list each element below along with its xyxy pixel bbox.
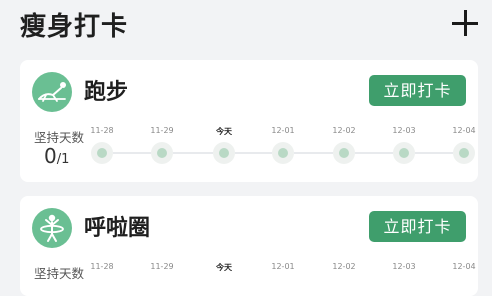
day-dot[interactable] bbox=[91, 142, 113, 164]
timeline-connector bbox=[235, 152, 272, 154]
plus-icon[interactable] bbox=[452, 10, 478, 36]
streak-value: 0/1 bbox=[44, 144, 69, 168]
timeline-connector bbox=[355, 152, 393, 154]
day-dot[interactable] bbox=[272, 142, 294, 164]
checkin-button[interactable]: 立即打卡 bbox=[369, 211, 466, 242]
date-label: 11-28 bbox=[90, 126, 114, 135]
date-label: 12-03 bbox=[392, 126, 416, 135]
checkin-button[interactable]: 立即打卡 bbox=[369, 75, 466, 106]
streak-current: 0 bbox=[44, 144, 57, 168]
habit-card-running: 跑步 立即打卡 坚持天数 0/1 11-28 11-29 今天 12-01 12… bbox=[20, 60, 478, 182]
day-dot[interactable] bbox=[151, 142, 173, 164]
hula-hoop-icon bbox=[32, 208, 72, 248]
date-label: 11-29 bbox=[150, 262, 174, 271]
running-icon bbox=[32, 72, 72, 112]
date-label: 11-29 bbox=[150, 126, 174, 135]
day-dot[interactable] bbox=[393, 142, 415, 164]
date-label: 12-04 bbox=[452, 262, 476, 271]
day-dot[interactable] bbox=[333, 142, 355, 164]
date-label-today: 今天 bbox=[216, 263, 232, 272]
date-label: 12-02 bbox=[332, 126, 356, 135]
date-label-today: 今天 bbox=[216, 127, 232, 136]
habit-name: 呼啦圈 bbox=[84, 216, 151, 241]
date-row: 11-28 11-29 今天 12-01 12-02 12-03 12-04 bbox=[90, 262, 476, 274]
date-row: 11-28 11-29 今天 12-01 12-02 12-03 12-04 bbox=[90, 126, 476, 138]
timeline-connector bbox=[294, 152, 333, 154]
date-label: 12-01 bbox=[271, 262, 295, 271]
date-label: 11-28 bbox=[90, 262, 114, 271]
header: 瘦身打卡 bbox=[0, 0, 492, 52]
day-dot-today[interactable] bbox=[213, 142, 235, 164]
timeline-connector bbox=[113, 152, 151, 154]
timeline-connector bbox=[173, 152, 213, 154]
timeline-connector bbox=[415, 152, 453, 154]
habit-card-hula-hoop: 呼啦圈 立即打卡 坚持天数 11-28 11-29 今天 12-01 12-02… bbox=[20, 196, 478, 296]
date-label: 12-04 bbox=[452, 126, 476, 135]
checkin-timeline bbox=[90, 142, 476, 164]
date-label: 12-03 bbox=[392, 262, 416, 271]
habit-name: 跑步 bbox=[84, 80, 129, 105]
page-title: 瘦身打卡 bbox=[20, 12, 129, 42]
date-label: 12-02 bbox=[332, 262, 356, 271]
streak-total: /1 bbox=[56, 152, 70, 167]
day-dot[interactable] bbox=[453, 142, 475, 164]
date-label: 12-01 bbox=[271, 126, 295, 135]
streak-label: 坚持天数 bbox=[34, 266, 85, 281]
